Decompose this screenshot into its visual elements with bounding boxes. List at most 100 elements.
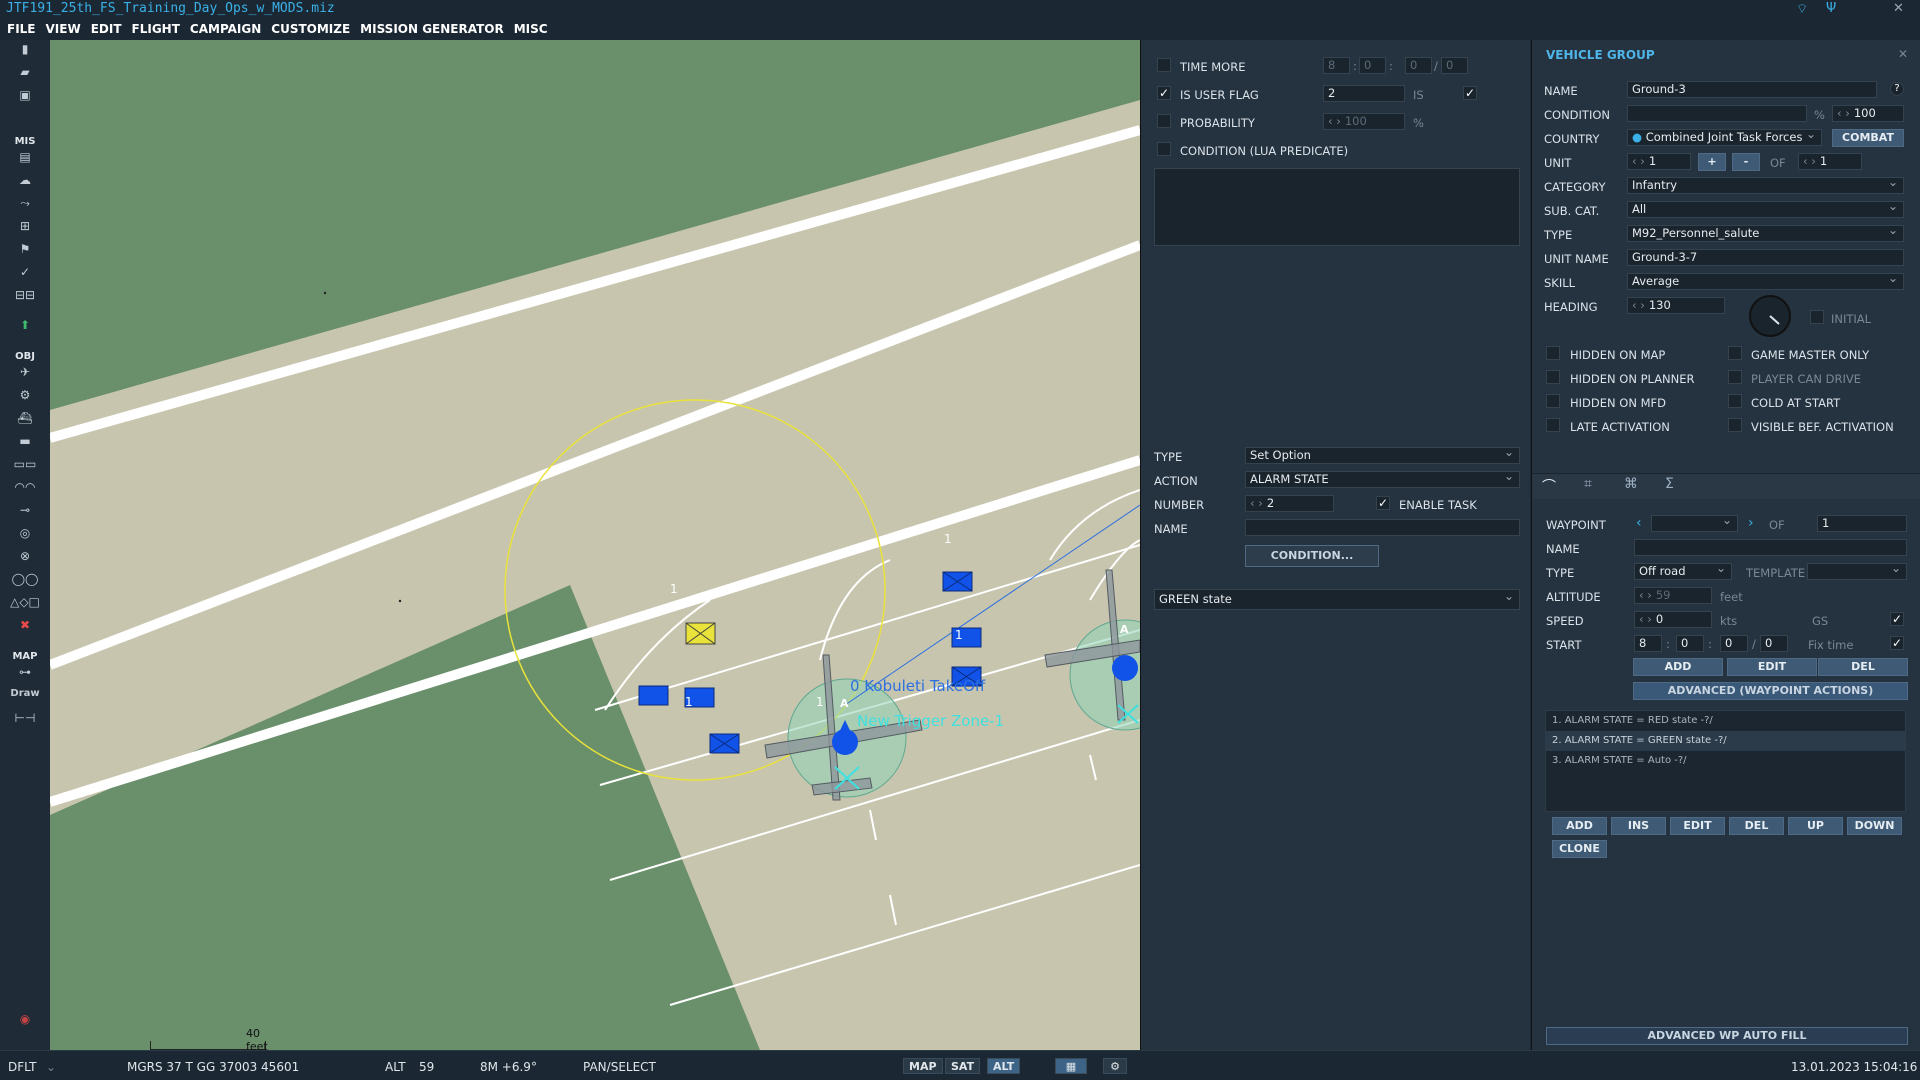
menu-view[interactable]: VIEW	[41, 19, 86, 36]
condition-slider[interactable]	[1627, 105, 1807, 122]
advanced-waypoint-actions-button[interactable]: ADVANCED (WAYPOINT ACTIONS)	[1633, 682, 1908, 700]
static-object-icon[interactable]: ▭▭	[6, 457, 44, 475]
delete-icon[interactable]: ✖	[6, 618, 44, 636]
time-more-seconds[interactable]: 0	[1405, 57, 1432, 74]
category-select[interactable]: Infantry	[1627, 177, 1904, 194]
wp-name-input[interactable]	[1634, 539, 1907, 556]
route-icon[interactable]: ⌒	[1542, 476, 1556, 496]
country-select[interactable]: ● Combined Joint Task Forces	[1627, 129, 1822, 146]
wp-add-button[interactable]: ADD	[1633, 658, 1723, 676]
gs-checkbox[interactable]: ✓	[1890, 612, 1904, 626]
ruler-icon[interactable]: ⊢⊣	[6, 711, 44, 729]
start-hours[interactable]: 8	[1634, 635, 1662, 652]
menu-campaign[interactable]: CAMPAIGN	[185, 19, 266, 36]
map-view[interactable]: 1 1 1 1 1 A A 0 Kobuleti TakeOff New Tri…	[50, 40, 1140, 1050]
subcat-select[interactable]: All	[1627, 201, 1904, 218]
is-user-flag-checkbox[interactable]: ✓	[1157, 86, 1171, 100]
wp-type-select[interactable]: Off road	[1634, 563, 1732, 580]
add-unit-button[interactable]: +	[1698, 153, 1726, 171]
late-activation-checkbox[interactable]	[1546, 418, 1560, 432]
altitude-input[interactable]: ‹ › 59	[1634, 587, 1712, 604]
save-mission-icon[interactable]: ▣	[6, 88, 44, 106]
hidden-on-mfd-checkbox[interactable]	[1546, 394, 1560, 408]
user-flag-input[interactable]: 2	[1323, 85, 1405, 102]
prev-waypoint-icon[interactable]: ‹	[1636, 515, 1642, 531]
weather-icon[interactable]: ☁	[6, 173, 44, 191]
action-name-input[interactable]	[1245, 519, 1520, 536]
list-item[interactable]: 1. ALARM STATE = RED state -?/	[1546, 711, 1905, 731]
close-window-icon[interactable]: ✕	[1893, 1, 1904, 16]
initial-checkbox[interactable]	[1810, 310, 1824, 324]
plane-icon[interactable]: ✈	[6, 365, 44, 383]
action-type-select[interactable]: Set Option	[1245, 447, 1520, 464]
action-up-button[interactable]: UP	[1788, 817, 1843, 835]
action-down-button[interactable]: DOWN	[1847, 817, 1902, 835]
ship-icon[interactable]: ⛴	[6, 411, 44, 429]
map-canvas[interactable]	[50, 40, 1140, 1050]
action-clone-button[interactable]: CLONE	[1552, 840, 1607, 858]
action-select[interactable]: ALARM STATE	[1245, 471, 1520, 488]
map-view-button[interactable]: MAP	[903, 1058, 943, 1074]
combat-button[interactable]: COMBAT	[1832, 129, 1904, 147]
menu-mission-generator[interactable]: MISSION GENERATOR	[355, 19, 509, 36]
menu-customize[interactable]: CUSTOMIZE	[266, 19, 355, 36]
hidden-on-map-checkbox[interactable]	[1546, 346, 1560, 360]
unit-icon[interactable]: ⊸	[6, 503, 44, 521]
up-arrow-icon[interactable]: ⬆	[6, 318, 44, 336]
wp-del-button[interactable]: DEL	[1818, 658, 1908, 676]
menu-flight[interactable]: FLIGHT	[127, 19, 185, 36]
heading-input[interactable]: ‹ › 130	[1627, 297, 1725, 314]
groups-icon[interactable]: ◯◯	[6, 572, 44, 590]
action-ins-button[interactable]: INS	[1611, 817, 1666, 835]
start-minutes[interactable]: 0	[1676, 635, 1704, 652]
target-icon[interactable]: ⌗	[1584, 476, 1592, 492]
visible-before-activation-checkbox[interactable]	[1728, 418, 1742, 432]
cold-at-start-checkbox[interactable]	[1728, 394, 1742, 408]
draw-button[interactable]: Draw	[6, 688, 44, 706]
menu-file[interactable]: FILE	[0, 19, 41, 36]
bullseye-icon[interactable]: ⊗	[6, 549, 44, 567]
alt-view-button[interactable]: ALT	[987, 1058, 1021, 1074]
next-waypoint-icon[interactable]: ›	[1748, 515, 1754, 531]
template-icon[interactable]: ◠◠	[6, 480, 44, 498]
action-del-button[interactable]: DEL	[1729, 817, 1784, 835]
heading-dial-icon[interactable]	[1748, 294, 1792, 338]
takeoff-waypoint-label[interactable]: 0 Kobuleti TakeOff	[850, 677, 985, 695]
is-value-checkbox[interactable]: ✓	[1463, 86, 1477, 100]
measure-icon[interactable]: ⊶	[6, 665, 44, 683]
group-name-input[interactable]: Ground-3	[1627, 81, 1877, 98]
time-more-checkbox[interactable]	[1157, 58, 1171, 72]
condition-input[interactable]: ‹ › 100	[1832, 105, 1904, 122]
skill-select[interactable]: Average	[1627, 273, 1904, 290]
action-add-button[interactable]: ADD	[1552, 817, 1607, 835]
summary-icon[interactable]: Σ	[1665, 476, 1674, 492]
start-days[interactable]: 0	[1760, 635, 1788, 652]
nav-point-icon[interactable]: ◎	[6, 526, 44, 544]
new-mission-icon[interactable]: ▮	[6, 42, 44, 60]
advanced-wp-auto-fill-button[interactable]: ADVANCED WP AUTO FILL	[1546, 1027, 1908, 1045]
remove-unit-button[interactable]: -	[1732, 153, 1760, 171]
help-icon[interactable]: ?	[1890, 82, 1904, 96]
time-more-hours[interactable]: 8	[1323, 57, 1350, 74]
number-input[interactable]: ‹ › 2	[1245, 495, 1334, 512]
profile-select[interactable]: DFLT	[8, 1060, 37, 1074]
unit-count-input[interactable]: ‹ › 1	[1798, 153, 1862, 170]
start-seconds[interactable]: 0	[1720, 635, 1748, 652]
sat-view-button[interactable]: SAT	[945, 1058, 981, 1074]
lua-condition-checkbox[interactable]	[1157, 142, 1171, 156]
menu-misc[interactable]: MISC	[509, 19, 553, 36]
record-icon[interactable]: ◉	[6, 1012, 44, 1030]
unit-name-input[interactable]: Ground-3-7	[1627, 249, 1904, 266]
triggers-icon[interactable]: ⊟⊟	[6, 288, 44, 306]
triggered-actions-icon[interactable]: ⌘	[1624, 476, 1638, 492]
list-item[interactable]: 3. ALARM STATE = Auto -?/	[1546, 751, 1905, 771]
game-master-only-checkbox[interactable]	[1728, 346, 1742, 360]
trigger-zone-label[interactable]: New Trigger Zone-1	[857, 712, 1004, 730]
close-panel-icon[interactable]: ✕	[1898, 47, 1908, 61]
waypoint-select[interactable]	[1651, 515, 1738, 532]
probability-checkbox[interactable]	[1157, 114, 1171, 128]
layers-icon[interactable]: ▦	[1055, 1058, 1087, 1074]
time-more-minutes[interactable]: 0	[1359, 57, 1386, 74]
template-select[interactable]	[1807, 563, 1907, 580]
trigger-zone-icon[interactable]: ⊞	[6, 219, 44, 237]
